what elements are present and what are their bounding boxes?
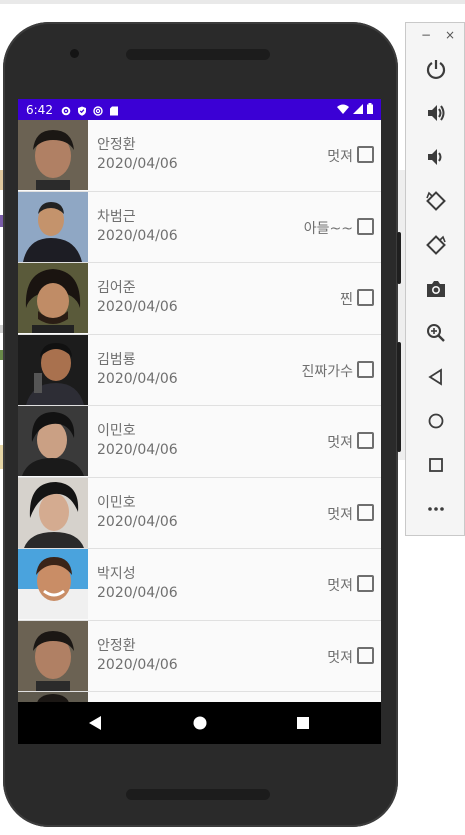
window-top-edge [0, 0, 465, 4]
home-icon[interactable] [193, 715, 207, 735]
row-checkbox[interactable] [357, 360, 374, 378]
person-name: 차범근 [97, 208, 136, 225]
person-tag: 멋져 [327, 435, 353, 451]
list-item[interactable]: 차범근 2020/04/06 아들~~ [18, 191, 381, 263]
nav-bar [18, 702, 381, 744]
home-icon[interactable] [423, 408, 449, 434]
rotate-left-icon[interactable] [423, 188, 449, 214]
person-date: 2020/04/06 [97, 513, 178, 530]
power-icon[interactable] [423, 56, 449, 82]
person-date: 2020/04/06 [97, 370, 178, 387]
avatar [18, 406, 88, 476]
panel-window-controls: − × [406, 27, 464, 45]
list-item[interactable]: 이민호 2020/04/06 멋져 [18, 406, 381, 478]
list-item[interactable]: 이민호 2020/04/06 멋져 [18, 477, 381, 549]
status-bar: 6:42 [18, 99, 381, 120]
power-side-button[interactable] [397, 232, 401, 284]
list-item[interactable]: 안정환 2020/04/06 멋져 [18, 620, 381, 692]
avatar [18, 620, 88, 691]
front-camera [70, 49, 79, 58]
avatar [18, 549, 88, 619]
gear-icon [61, 105, 71, 115]
sd-card-icon [109, 105, 119, 115]
list-item[interactable]: 박지성 2020/04/06 멋져 [18, 549, 381, 621]
person-name: 안정환 [97, 637, 136, 654]
list-item[interactable]: 안정환 2020/04/06 멋져 [18, 120, 381, 192]
volume-down-icon[interactable] [423, 144, 449, 170]
person-tag: 멋져 [327, 649, 353, 666]
overview-icon[interactable] [423, 452, 449, 478]
person-date: 2020/04/06 [97, 156, 178, 172]
signal-icon [353, 103, 363, 117]
at-icon [93, 105, 103, 116]
avatar [18, 334, 88, 405]
person-date: 2020/04/06 [97, 227, 178, 244]
minimize-button[interactable]: − [421, 29, 431, 41]
person-name: 이민호 [97, 423, 136, 439]
shield-icon [77, 105, 87, 116]
person-tag: 아들~~ [303, 220, 353, 237]
rotate-right-icon[interactable] [423, 232, 449, 258]
person-name: 김어준 [97, 280, 136, 296]
person-name: 이민호 [97, 494, 136, 511]
person-name: 안정환 [97, 137, 136, 153]
avatar [18, 120, 88, 190]
wifi-icon [337, 103, 349, 117]
row-checkbox[interactable] [357, 646, 374, 664]
person-tag: 찐 [340, 292, 353, 308]
list-item[interactable]: 김범룡 2020/04/06 진짜가수 [18, 334, 381, 406]
row-checkbox[interactable] [357, 432, 374, 449]
device-screen: 6:42 안정환 2020/04/06 멋져 차범근 2020/04/06 아들… [18, 99, 381, 744]
person-date: 2020/04/06 [97, 299, 178, 315]
person-tag: 멋져 [327, 578, 353, 594]
person-tag: 멋져 [327, 506, 353, 523]
person-date: 2020/04/06 [97, 656, 178, 673]
list-item[interactable]: 김어준 2020/04/06 찐 [18, 263, 381, 335]
row-checkbox[interactable] [357, 146, 374, 163]
person-list[interactable]: 안정환 2020/04/06 멋져 차범근 2020/04/06 아들~~ 김어… [18, 120, 381, 704]
top-speaker [126, 49, 270, 60]
row-checkbox[interactable] [357, 503, 374, 521]
person-tag: 멋져 [327, 149, 353, 165]
close-button[interactable]: × [445, 29, 455, 41]
more-icon[interactable] [423, 496, 449, 522]
bottom-speaker [126, 789, 270, 800]
zoom-icon[interactable] [423, 320, 449, 346]
recents-icon[interactable] [296, 715, 310, 735]
avatar [18, 191, 88, 262]
row-checkbox[interactable] [357, 289, 374, 306]
person-date: 2020/04/06 [97, 442, 178, 458]
volume-up-icon[interactable] [423, 100, 449, 126]
person-tag: 진짜가수 [301, 363, 353, 380]
battery-icon [367, 102, 373, 117]
status-time: 6:42 [26, 102, 53, 117]
back-icon[interactable] [88, 715, 102, 735]
person-name: 박지성 [97, 566, 136, 582]
camera-icon[interactable] [423, 276, 449, 302]
row-checkbox[interactable] [357, 217, 374, 235]
row-checkbox[interactable] [357, 575, 374, 592]
avatar [18, 263, 88, 333]
back-icon[interactable] [423, 364, 449, 390]
person-date: 2020/04/06 [97, 585, 178, 601]
volume-side-button[interactable] [397, 342, 401, 452]
avatar [18, 477, 88, 548]
person-name: 김범룡 [97, 351, 136, 368]
emulator-toolbar: − × [405, 22, 465, 536]
